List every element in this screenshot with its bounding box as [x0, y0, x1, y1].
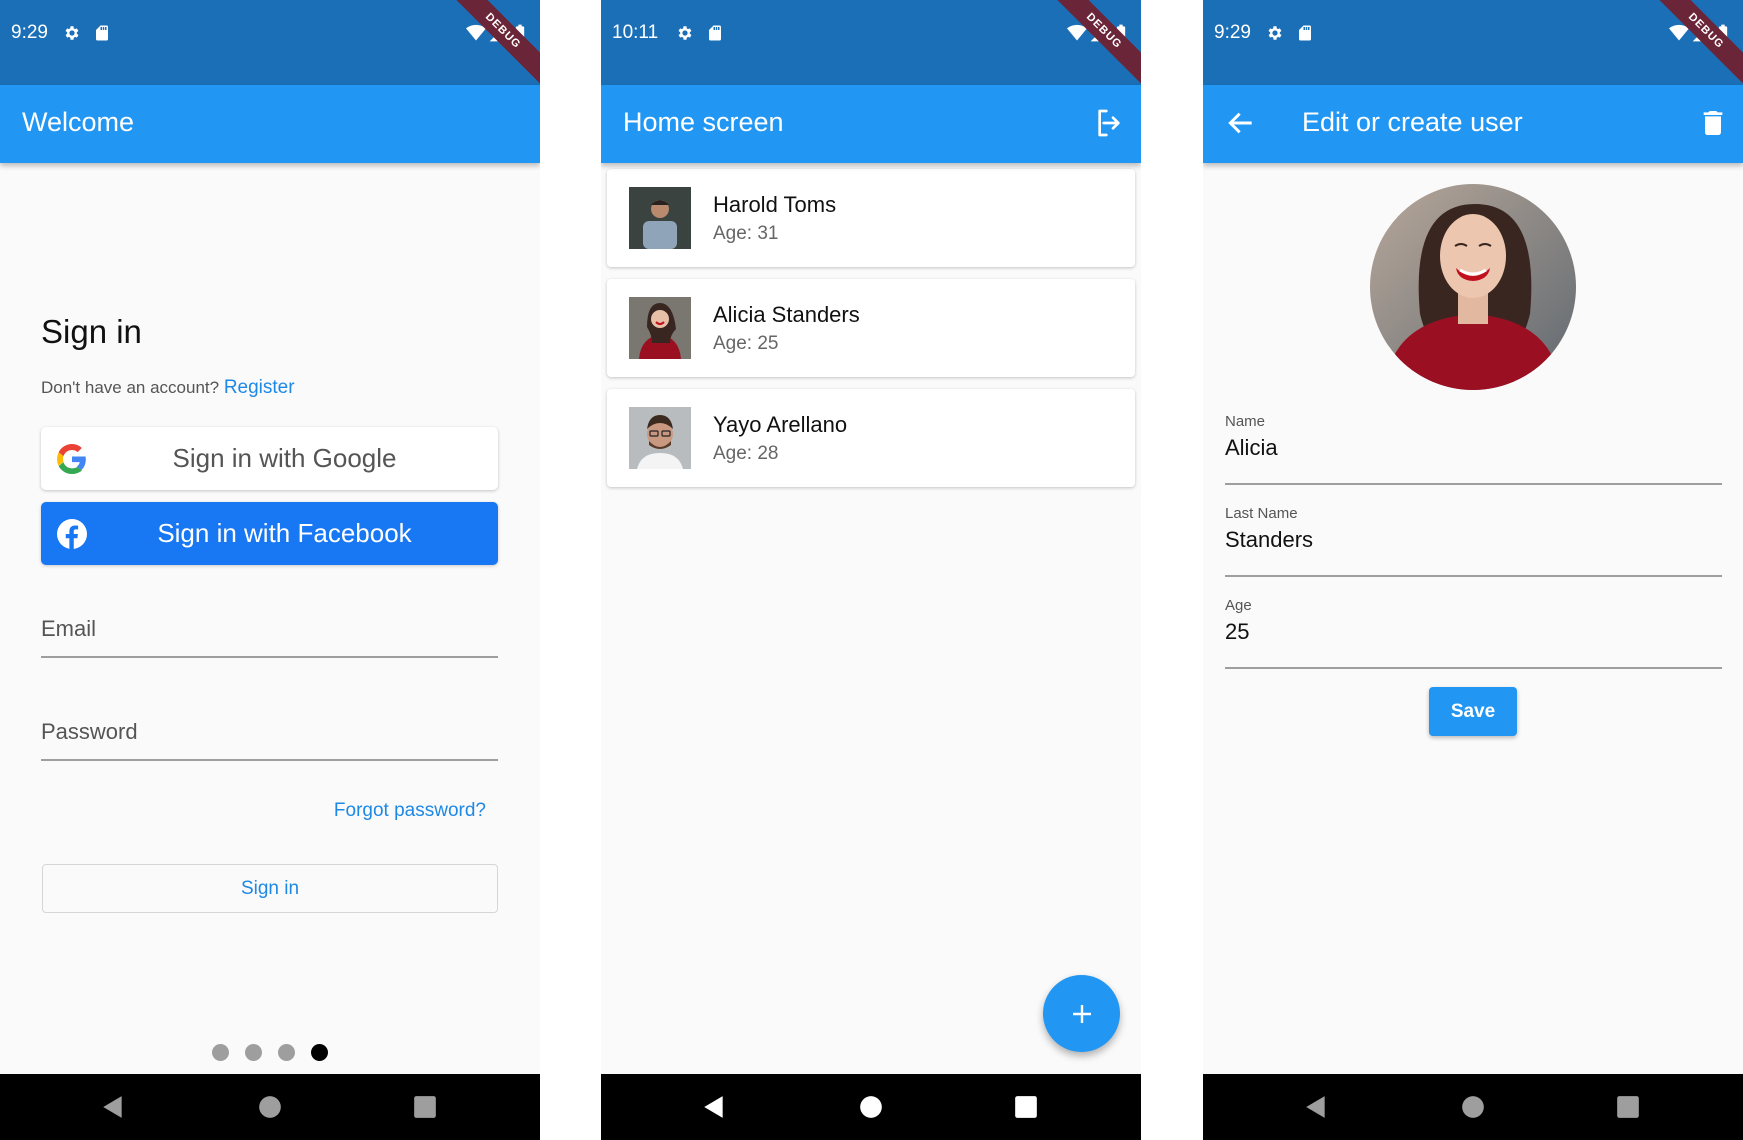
add-user-button[interactable] [1043, 975, 1120, 1052]
google-button-label: Sign in with Google [172, 443, 397, 473]
back-icon[interactable] [100, 1094, 126, 1120]
facebook-icon [57, 519, 87, 549]
google-sign-in-button[interactable]: Sign in with Google [41, 427, 498, 490]
app-bar: Edit or create user [1203, 85, 1743, 163]
home-icon[interactable] [257, 1094, 283, 1120]
user-card[interactable]: Harold Toms Age: 31 [607, 169, 1135, 267]
name-label: Name [1225, 413, 1266, 430]
last-name-label: Last Name [1225, 505, 1298, 522]
system-nav-bar [601, 1074, 1141, 1140]
back-icon[interactable] [701, 1094, 727, 1120]
user-photo [629, 187, 691, 249]
facebook-button-label: Sign in with Facebook [157, 518, 412, 548]
email-field[interactable]: Email [41, 606, 498, 658]
debug-banner: DEBUG [442, 0, 540, 92]
user-photo [629, 407, 691, 469]
page-title: Edit or create user [1302, 107, 1523, 137]
register-link[interactable]: Register [224, 377, 295, 398]
forgot-password-link[interactable]: Forgot password? [334, 800, 486, 822]
debug-banner: DEBUG [1043, 0, 1141, 92]
sign-in-button[interactable]: Sign in [42, 864, 498, 913]
user-age: Age: 25 [713, 333, 779, 354]
system-nav-bar [1203, 1074, 1743, 1140]
page-dot[interactable] [212, 1044, 229, 1061]
recents-icon[interactable] [412, 1094, 438, 1120]
edit-user-screen: 9:29 DEBUG Edit or create user Name Alic… [1203, 0, 1743, 1140]
settings-icon [63, 24, 81, 42]
name-value: Alicia [1225, 435, 1278, 460]
email-placeholder: Email [41, 616, 97, 641]
age-value: 25 [1225, 619, 1250, 644]
user-photo [629, 297, 691, 359]
facebook-sign-in-button[interactable]: Sign in with Facebook [41, 502, 498, 565]
no-account-text: Don't have an account? [41, 378, 220, 397]
app-bar: Welcome [0, 85, 540, 163]
logout-icon[interactable] [1093, 107, 1125, 139]
page-dot[interactable] [245, 1044, 262, 1061]
user-age: Age: 28 [713, 443, 779, 464]
home-icon[interactable] [1460, 1094, 1486, 1120]
page-title: Welcome [22, 107, 135, 137]
user-name: Alicia Standers [713, 302, 860, 327]
status-bar: 10:11 DEBUG [601, 0, 1141, 92]
last-name-field[interactable]: Last Name Standers [1225, 505, 1722, 577]
status-time: 9:29 [1214, 22, 1251, 43]
register-prompt: Don't have an account? Register [41, 377, 295, 399]
name-field[interactable]: Name Alicia [1225, 413, 1722, 485]
page-indicator [212, 1044, 328, 1061]
page-dot-active[interactable] [311, 1044, 328, 1061]
user-name: Yayo Arellano [713, 412, 848, 437]
system-nav-bar [0, 1074, 540, 1140]
sd-card-icon [706, 24, 724, 42]
user-age: Age: 31 [713, 223, 779, 244]
home-screen: 10:11 DEBUG Home screen Harold Toms Age:… [601, 0, 1141, 1140]
age-label: Age [1225, 597, 1252, 614]
user-name: Harold Toms [713, 192, 837, 217]
page-dot[interactable] [278, 1044, 295, 1061]
sd-card-icon [1296, 24, 1314, 42]
delete-icon[interactable] [1697, 107, 1729, 139]
age-field[interactable]: Age 25 [1225, 597, 1722, 669]
recents-icon[interactable] [1615, 1094, 1641, 1120]
welcome-screen: 9:29 DEBUG Welcome Sign in Don't have an… [0, 0, 540, 1140]
page-title: Home screen [623, 107, 784, 137]
sd-card-icon [93, 24, 111, 42]
arrow-back-icon[interactable] [1225, 107, 1257, 139]
settings-icon [1266, 24, 1284, 42]
app-bar: Home screen [601, 85, 1141, 163]
last-name-value: Standers [1225, 527, 1314, 552]
debug-banner: DEBUG [1645, 0, 1743, 92]
user-card[interactable]: Yayo Arellano Age: 28 [607, 389, 1135, 487]
status-bar: 9:29 DEBUG [1203, 0, 1743, 92]
home-icon[interactable] [858, 1094, 884, 1120]
password-field[interactable]: Password [41, 709, 498, 761]
status-bar: 9:29 DEBUG [0, 0, 540, 92]
status-time: 9:29 [11, 22, 48, 43]
status-time: 10:11 [612, 22, 659, 43]
back-icon[interactable] [1303, 1094, 1329, 1120]
user-card[interactable]: Alicia Standers Age: 25 [607, 279, 1135, 377]
settings-icon [676, 24, 694, 42]
user-avatar[interactable] [1370, 184, 1576, 390]
recents-icon[interactable] [1013, 1094, 1039, 1120]
password-placeholder: Password [41, 719, 138, 744]
add-icon [1072, 1004, 1091, 1023]
save-button[interactable]: Save [1429, 687, 1517, 736]
google-icon [57, 444, 86, 474]
sign-in-heading: Sign in [41, 313, 142, 350]
